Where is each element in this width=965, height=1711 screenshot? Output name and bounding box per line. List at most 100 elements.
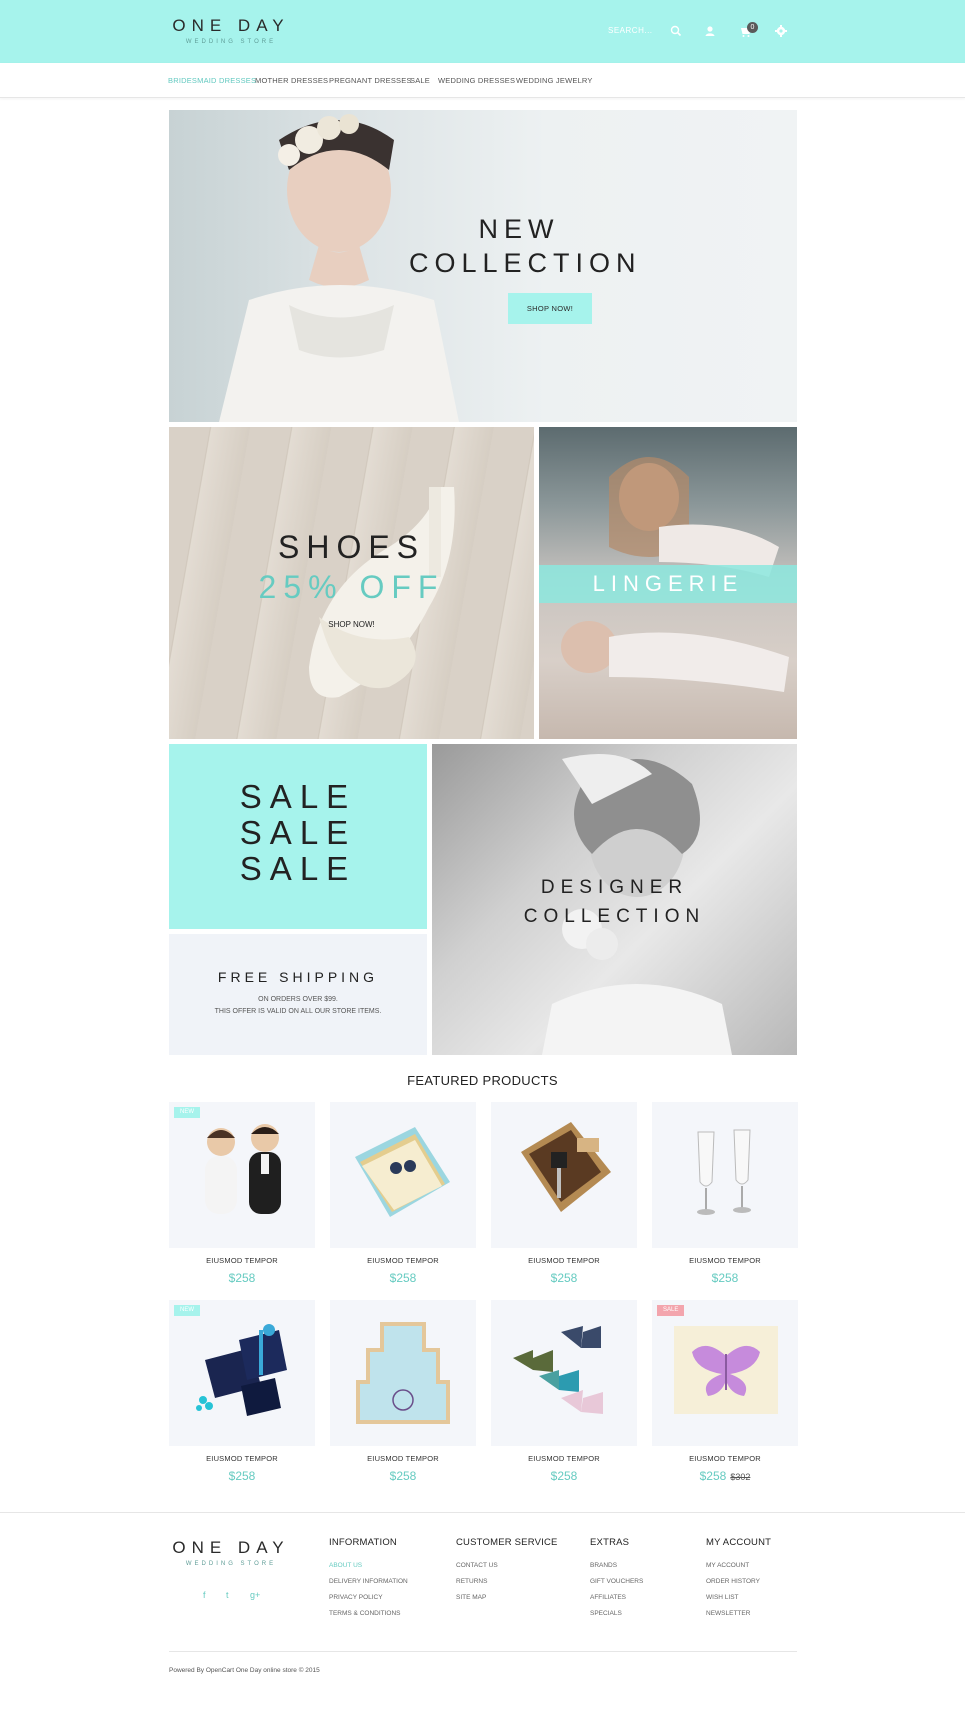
product-price: $258 — [389, 1271, 417, 1285]
footer-link-newsletter[interactable]: NEWSLETTER — [706, 1610, 750, 1617]
product-price: $258 — [711, 1271, 739, 1285]
product-name[interactable]: EIUSMOD TEMPOR — [491, 1256, 637, 1265]
featured-products-title: FEATURED PRODUCTS — [407, 1073, 558, 1088]
logo-title: ONE DAY — [172, 16, 290, 35]
copyright-text: Powered By OpenCart One Day online store… — [169, 1667, 320, 1674]
product-price: $258 — [699, 1469, 727, 1483]
product-old-price: $302 — [730, 1472, 751, 1482]
facebook-icon[interactable]: f — [203, 1590, 206, 1600]
shoes-sale-banner[interactable]: SHOES 25% OFF SHOP NOW! — [169, 427, 534, 739]
sale-line-1: SALE — [239, 778, 357, 815]
wedding-figurines-image — [205, 1124, 281, 1214]
logo-subtitle: WEDDING STORE — [185, 39, 277, 45]
designer-title-line1: DESIGNER — [540, 877, 689, 898]
footer-link-my-account[interactable]: MY ACCOUNT — [706, 1562, 749, 1569]
footer-divider — [0, 1512, 965, 1513]
footer-bottom-divider — [169, 1651, 797, 1652]
user-icon[interactable] — [703, 24, 717, 38]
nav-item-wedding-dresses[interactable]: WEDDING DRESSES — [438, 76, 515, 85]
hero-title-line1: NEW — [478, 214, 560, 244]
footer-my-account-title: MY ACCOUNT — [706, 1537, 772, 1548]
product-card-5[interactable]: NEW — [169, 1300, 315, 1446]
product-name[interactable]: EIUSMOD TEMPOR — [330, 1454, 476, 1463]
product-price: $258 — [228, 1469, 256, 1483]
cart-count-badge: 0 — [747, 22, 758, 33]
nav-item-sale[interactable]: SALE — [410, 76, 430, 85]
footer-link-about-us[interactable]: ABOUT US — [329, 1562, 362, 1569]
nav-item-bridesmaid-dresses[interactable]: BRIDESMAID DRESSES — [168, 76, 256, 85]
settings-gear-icon[interactable] — [774, 24, 788, 38]
product-price-group: $258 $302 — [652, 1469, 798, 1483]
shoes-title: SHOES — [277, 529, 426, 565]
footer-link-terms[interactable]: TERMS & CONDITIONS — [329, 1610, 401, 1617]
product-name[interactable]: EIUSMOD TEMPOR — [491, 1454, 637, 1463]
product-price: $258 — [228, 1271, 256, 1285]
google-plus-icon[interactable]: g+ — [250, 1590, 260, 1600]
footer-logo[interactable]: ONE DAY WEDDING STORE — [168, 1538, 294, 1567]
footer-information-title: INFORMATION — [329, 1537, 397, 1548]
footer-link-gift-vouchers[interactable]: GIFT VOUCHERS — [590, 1578, 643, 1585]
new-badge: NEW — [174, 1305, 200, 1316]
footer-extras-title: EXTRAS — [590, 1537, 630, 1548]
product-card-3[interactable] — [491, 1102, 637, 1248]
new-badge: NEW — [174, 1107, 200, 1118]
main-nav: BRIDESMAID DRESSES MOTHER DRESSES PREGNA… — [0, 63, 965, 98]
nav-item-wedding-jewelry[interactable]: WEDDING JEWELRY — [516, 76, 593, 85]
product-name[interactable]: EIUSMOD TEMPOR — [330, 1256, 476, 1265]
free-shipping-line-2: THIS OFFER IS VALID ON ALL OUR STORE ITE… — [214, 1008, 382, 1015]
cake-cookie-image — [356, 1322, 450, 1424]
product-name[interactable]: EIUSMOD TEMPOR — [652, 1454, 798, 1463]
footer-logo-subtitle: WEDDING STORE — [185, 1561, 277, 1567]
twitter-icon[interactable]: t — [226, 1590, 229, 1600]
product-card-4[interactable] — [652, 1102, 798, 1248]
product-card-7[interactable] — [491, 1300, 637, 1446]
product-name[interactable]: EIUSMOD TEMPOR — [652, 1256, 798, 1265]
footer-link-specials[interactable]: SPECIALS — [590, 1610, 622, 1617]
champagne-flutes-image — [697, 1129, 751, 1215]
search-input[interactable]: SEARCH... — [608, 26, 653, 35]
hero-shop-now-button[interactable]: SHOP NOW! — [508, 293, 592, 324]
bow-ties-image — [513, 1326, 603, 1414]
product-name[interactable]: EIUSMOD TEMPOR — [169, 1454, 315, 1463]
search-icon[interactable] — [669, 24, 683, 38]
bottle-stopper-image — [521, 1122, 611, 1212]
designer-title-line2: COLLECTION — [523, 906, 706, 927]
sale-line-3: SALE — [239, 850, 357, 887]
product-card-8[interactable]: SALE — [652, 1300, 798, 1446]
footer-link-privacy[interactable]: PRIVACY POLICY — [329, 1594, 383, 1601]
site-header: ONE DAY WEDDING STORE SEARCH... 0 — [0, 0, 965, 63]
shoes-shop-now-link[interactable]: SHOP NOW! — [169, 620, 534, 629]
product-card-6[interactable] — [330, 1300, 476, 1446]
napkins-image — [355, 1127, 450, 1217]
hero-title-line2: COLLECTION — [409, 248, 642, 278]
site-logo[interactable]: ONE DAY WEDDING STORE — [168, 16, 294, 45]
footer-logo-title: ONE DAY — [172, 1538, 290, 1557]
nav-item-mother-dresses[interactable]: MOTHER DRESSES — [255, 76, 328, 85]
designer-title: DESIGNER COLLECTION — [432, 873, 797, 931]
product-card-2[interactable] — [330, 1102, 476, 1248]
footer-link-order-history[interactable]: ORDER HISTORY — [706, 1578, 760, 1585]
sale-badge: SALE — [657, 1305, 685, 1316]
product-price: $258 — [389, 1469, 417, 1483]
nav-item-pregnant-dresses[interactable]: PREGNANT DRESSES — [329, 76, 412, 85]
lingerie-title: LINGERIE — [539, 565, 797, 603]
sale-line-2: SALE — [239, 814, 357, 851]
butterfly-card-image — [674, 1326, 778, 1414]
product-card-1[interactable]: NEW — [169, 1102, 315, 1248]
footer-link-returns[interactable]: RETURNS — [456, 1578, 487, 1585]
shoes-discount: 25% OFF — [258, 569, 445, 605]
footer-link-delivery[interactable]: DELIVERY INFORMATION — [329, 1578, 408, 1585]
footer-link-brands[interactable]: BRANDS — [590, 1562, 617, 1569]
free-shipping-title: FREE SHIPPING — [217, 969, 379, 985]
lingerie-banner[interactable]: LINGERIE — [539, 427, 797, 739]
footer-link-wish-list[interactable]: WISH LIST — [706, 1594, 739, 1601]
free-shipping-banner: FREE SHIPPING ON ORDERS OVER $99. THIS O… — [169, 934, 427, 1055]
new-collection-banner[interactable]: NEW COLLECTION SHOP NOW! — [169, 110, 797, 422]
footer-link-contact[interactable]: CONTACT US — [456, 1562, 498, 1569]
designer-collection-banner[interactable]: DESIGNER COLLECTION — [432, 744, 797, 1055]
product-name[interactable]: EIUSMOD TEMPOR — [169, 1256, 315, 1265]
free-shipping-line-1: ON ORDERS OVER $99. — [258, 996, 338, 1003]
footer-link-sitemap[interactable]: SITE MAP — [456, 1594, 486, 1601]
sale-banner[interactable]: SALE SALE SALE — [169, 744, 427, 929]
footer-link-affiliates[interactable]: AFFILIATES — [590, 1594, 626, 1601]
